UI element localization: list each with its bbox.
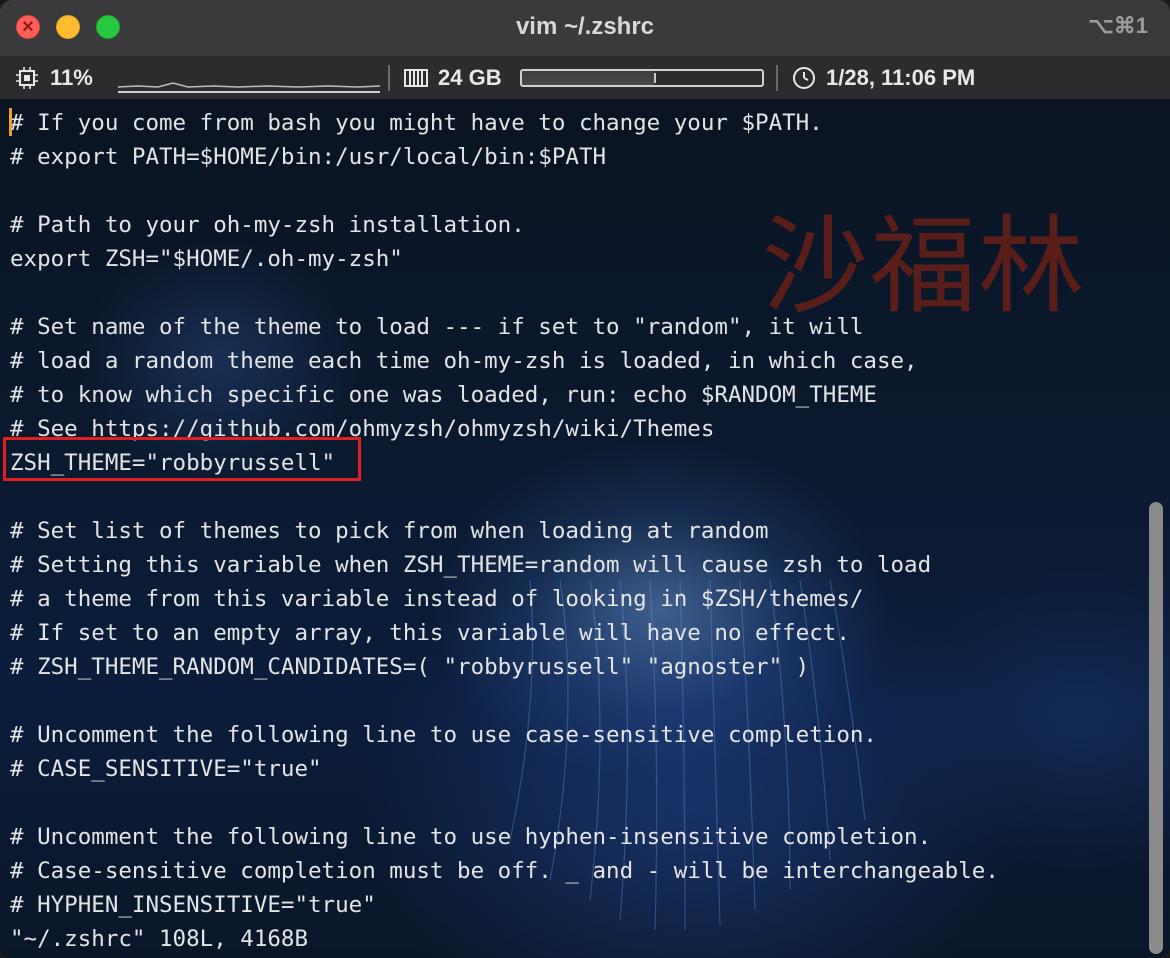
cpu-usage: 11% — [50, 65, 93, 90]
memory-usage: 24 GB — [438, 65, 502, 90]
cpu-graph — [118, 82, 380, 93]
title-bar[interactable]: vim ~/.zshrc ⌥⌘1 — [0, 0, 1170, 57]
memory-bar-marker — [654, 73, 656, 83]
code-line: # Uncomment the following line to use hy… — [10, 824, 932, 850]
code-line: # HYPHEN_INSENSITIVE="true" — [10, 892, 376, 918]
code-line: # Uncomment the following line to use ca… — [10, 722, 877, 748]
code-line: # export PATH=$HOME/bin:/usr/local/bin:$… — [10, 144, 607, 170]
code-line: # Set name of the theme to load --- if s… — [10, 314, 864, 340]
memory-bar-fill — [522, 71, 654, 85]
code-line: # If you come from bash you might have t… — [10, 110, 823, 136]
cpu-icon — [16, 67, 38, 89]
code-line: # to know which specific one was loaded,… — [10, 382, 877, 408]
scrollbar-thumb[interactable] — [1149, 502, 1163, 954]
editor-buffer[interactable]: # If you come from bash you might have t… — [10, 106, 999, 956]
code-line: # If set to an empty array, this variabl… — [10, 620, 850, 646]
window-title: vim ~/.zshrc — [515, 13, 655, 40]
text-cursor — [9, 108, 12, 136]
memory-icon — [404, 69, 428, 87]
code-line: # a theme from this variable instead of … — [10, 586, 864, 612]
highlight-annotation — [3, 437, 361, 481]
code-line: # Setting this variable when ZSH_THEME=r… — [10, 552, 932, 578]
clock-icon — [793, 67, 815, 89]
datetime: 1/28, 11:06 PM — [826, 65, 976, 90]
window-shortcut: ⌥⌘1 — [1088, 13, 1148, 38]
memory-bar — [520, 69, 764, 87]
code-line: # Path to your oh-my-zsh installation. — [10, 212, 525, 238]
code-line: # ZSH_THEME_RANDOM_CANDIDATES=( "robbyru… — [10, 654, 810, 680]
code-line: # Set list of themes to pick from when l… — [10, 518, 769, 544]
status-divider — [776, 65, 778, 91]
terminal-window: vim ~/.zshrc ⌥⌘1 11% 24 GB — [0, 0, 1170, 958]
vim-status-line: "~/.zshrc" 108L, 4168B — [10, 926, 309, 952]
code-line: # Case-sensitive completion must be off.… — [10, 858, 999, 884]
code-line: # load a random theme each time oh-my-zs… — [10, 348, 918, 374]
code-line: # CASE_SENSITIVE="true" — [10, 756, 322, 782]
status-divider — [388, 65, 390, 91]
status-bar: 11% 24 GB 1/28, 11:06 PM — [0, 57, 1170, 99]
code-line: export ZSH="$HOME/.oh-my-zsh" — [10, 246, 403, 272]
